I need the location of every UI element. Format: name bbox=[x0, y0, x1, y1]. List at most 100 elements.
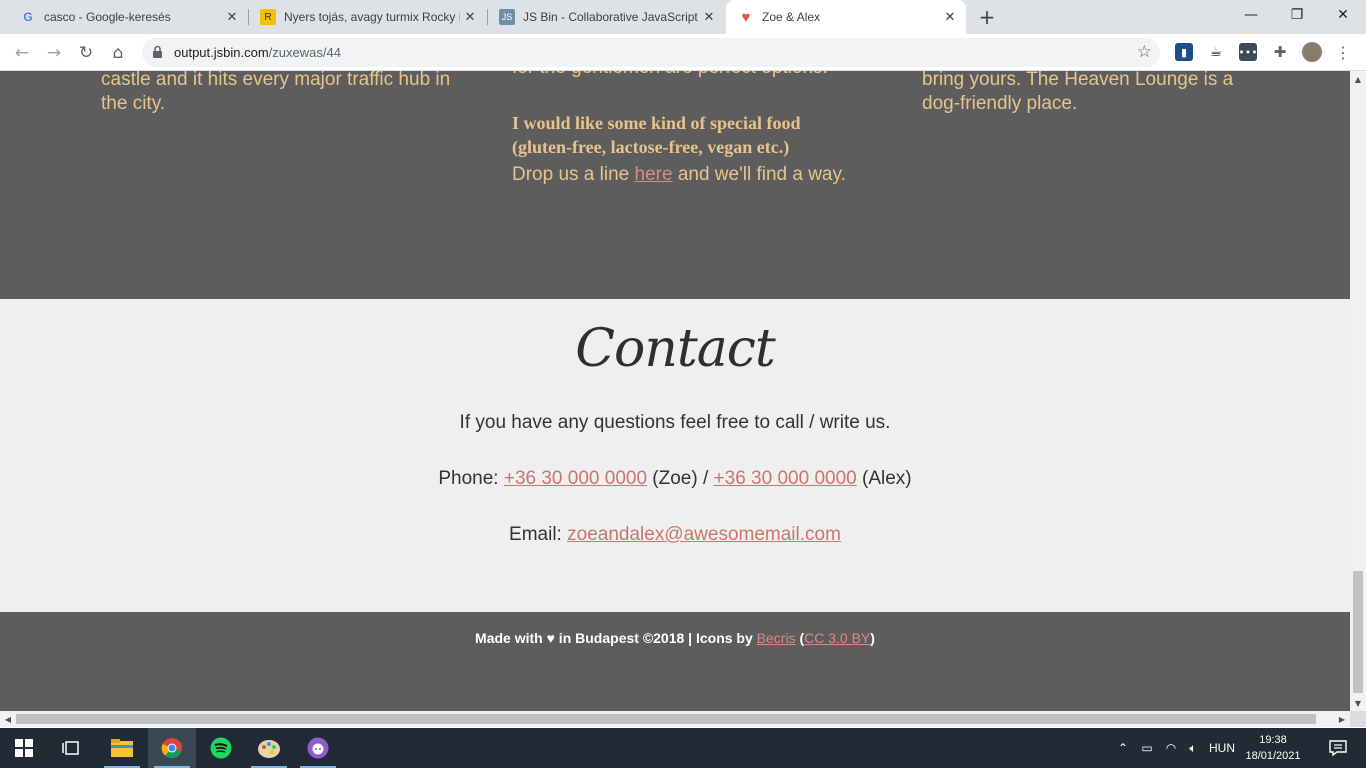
alex-suffix: (Alex) bbox=[856, 468, 912, 489]
phone-alex-link[interactable]: +36 30 000 0000 bbox=[714, 468, 857, 489]
menu-icon[interactable]: ⋮ bbox=[1334, 43, 1352, 62]
clock-date: 18/01/2021 bbox=[1245, 750, 1301, 762]
notification-icon bbox=[1329, 740, 1347, 756]
scroll-up-arrow-icon[interactable]: ▲ bbox=[1350, 71, 1366, 87]
reload-button[interactable]: ↻ bbox=[72, 39, 100, 67]
tab-label: Zoe & Alex bbox=[762, 10, 821, 24]
tab-jsbin[interactable]: JS JS Bin - Collaborative JavaScript D ✕ bbox=[487, 0, 725, 34]
license-link[interactable]: CC 3.0 BY bbox=[804, 630, 870, 646]
google-icon: G bbox=[23, 10, 33, 24]
windows-taskbar: ⌃ ▭ ◠ 🔈︎ HUN 19:38 18/01/2021 bbox=[0, 728, 1366, 768]
spotify-icon bbox=[210, 737, 232, 759]
home-button[interactable]: ⌂ bbox=[104, 39, 132, 67]
coffee-extension-icon[interactable]: ☕ bbox=[1207, 43, 1225, 61]
back-button[interactable]: ← bbox=[8, 39, 36, 67]
address-bar[interactable]: output.jsbin.com/zuxewas/44 ☆ bbox=[142, 38, 1160, 67]
url-path: /zuxewas/44 bbox=[268, 45, 341, 60]
phone-label: Phone: bbox=[438, 468, 504, 489]
faq-question-special-food: I would like some kind of special food (… bbox=[512, 113, 801, 157]
close-icon[interactable]: ✕ bbox=[222, 7, 242, 27]
minimize-button[interactable]: — bbox=[1228, 0, 1274, 30]
url-host: output.jsbin.com bbox=[174, 45, 269, 60]
url-text[interactable]: output.jsbin.com/zuxewas/44 bbox=[174, 45, 341, 60]
email-label: Email: bbox=[509, 524, 568, 545]
footer-open-paren: ( bbox=[795, 630, 805, 646]
chrome-taskbar-button[interactable] bbox=[148, 728, 196, 768]
close-icon[interactable]: ✕ bbox=[699, 7, 719, 27]
battery-icon[interactable]: ▭ bbox=[1134, 741, 1160, 755]
scroll-right-arrow-icon[interactable]: ▶ bbox=[1334, 711, 1350, 727]
close-window-button[interactable]: ✕ bbox=[1320, 0, 1366, 30]
contact-intro: If you have any questions feel free to c… bbox=[459, 412, 891, 433]
vertical-scrollbar[interactable]: ▲ ▼ bbox=[1350, 71, 1366, 711]
jsbin-favicon: JS bbox=[499, 9, 515, 25]
horizontal-scroll-thumb[interactable] bbox=[16, 714, 1316, 724]
scrollbar-corner bbox=[1350, 711, 1366, 727]
faq-col-1-text: castle and it hits every major traffic h… bbox=[101, 71, 451, 114]
file-explorer-button[interactable] bbox=[98, 728, 146, 768]
tab-rocky[interactable]: R Nyers tojás, avagy turmix Rocky B ✕ bbox=[248, 0, 486, 34]
paint-taskbar-button[interactable] bbox=[245, 728, 293, 768]
faq-section: castle and it hits every major traffic h… bbox=[0, 71, 1350, 299]
task-view-icon bbox=[62, 741, 79, 755]
footer-pre: Made with ♥ in Budapest ©2018 | Icons by bbox=[475, 630, 757, 646]
becris-link[interactable]: Becris bbox=[757, 630, 796, 646]
faq-col-3-text: bring yours. The Heaven Lounge is a dog-… bbox=[922, 71, 1234, 114]
here-link[interactable]: here bbox=[635, 164, 673, 185]
system-tray: ⌃ ▭ ◠ 🔈︎ HUN bbox=[1112, 728, 1240, 768]
chevron-up-icon[interactable]: ⌃ bbox=[1112, 741, 1134, 755]
tab-label: Nyers tojás, avagy turmix Rocky B bbox=[284, 10, 460, 24]
dots-extension-icon[interactable]: ••• bbox=[1238, 43, 1258, 61]
paint-palette-icon bbox=[258, 740, 280, 758]
wifi-icon[interactable]: ◠ bbox=[1160, 741, 1182, 755]
tab-label: casco - Google-keresés bbox=[44, 10, 171, 24]
browser-toolbar: ← → ↻ ⌂ output.jsbin.com/zuxewas/44 ☆ ▮ … bbox=[0, 34, 1366, 71]
tab-zoe-alex[interactable]: ♥ Zoe & Alex ✕ bbox=[726, 0, 966, 34]
notification-center-button[interactable] bbox=[1318, 728, 1358, 768]
horizontal-scrollbar[interactable]: ◀ ▶ bbox=[0, 711, 1350, 727]
windows-logo-icon bbox=[15, 739, 33, 757]
email-link[interactable]: zoeandalex@awesomemail.com bbox=[567, 524, 841, 545]
volume-icon[interactable]: 🔈︎ bbox=[1182, 741, 1204, 756]
contact-heading: Contact bbox=[575, 319, 776, 379]
page-footer: Made with ♥ in Budapest ©2018 | Icons by… bbox=[0, 612, 1350, 711]
clock[interactable]: 19:38 18/01/2021 bbox=[1238, 732, 1308, 764]
new-tab-button[interactable]: + bbox=[975, 5, 999, 29]
phone-zoe-link[interactable]: +36 30 000 0000 bbox=[504, 468, 647, 489]
faq-col-2-top: for the gentlemen are perfect options. bbox=[512, 71, 892, 80]
footer-close-paren: ) bbox=[870, 630, 875, 646]
close-icon[interactable]: ✕ bbox=[940, 7, 960, 27]
bookmark-star-icon[interactable]: ☆ bbox=[1137, 42, 1152, 62]
heart-favicon: ♥ bbox=[741, 8, 751, 26]
start-button[interactable] bbox=[0, 728, 48, 768]
language-indicator[interactable]: HUN bbox=[1204, 741, 1240, 755]
analytics-extension-icon[interactable]: ▮ bbox=[1175, 43, 1193, 61]
contact-email-line: Email: zoeandalex@awesomemail.com bbox=[0, 524, 1350, 546]
zoe-suffix: (Zoe) / bbox=[647, 468, 714, 489]
answer-post-text: and we'll find a way. bbox=[672, 164, 846, 185]
tab-google[interactable]: G casco - Google-keresés ✕ bbox=[8, 0, 248, 34]
faq-answer-special-food: Drop us a line here and we'll find a way… bbox=[512, 163, 912, 187]
puzzle-extensions-icon[interactable]: ✚ bbox=[1271, 43, 1289, 61]
github-cat-icon bbox=[307, 737, 329, 759]
contact-phone-line: Phone: +36 30 000 0000 (Zoe) / +36 30 00… bbox=[0, 468, 1350, 490]
tab-label: JS Bin - Collaborative JavaScript D bbox=[523, 10, 699, 24]
spotify-taskbar-button[interactable] bbox=[197, 728, 245, 768]
scroll-left-arrow-icon[interactable]: ◀ bbox=[0, 711, 16, 727]
github-desktop-taskbar-button[interactable] bbox=[294, 728, 342, 768]
close-icon[interactable]: ✕ bbox=[460, 7, 480, 27]
footer-text: Made with ♥ in Budapest ©2018 | Icons by… bbox=[0, 630, 1350, 646]
task-view-button[interactable] bbox=[48, 728, 96, 768]
clock-time: 19:38 bbox=[1259, 734, 1287, 746]
contact-section: Contact If you have any questions feel f… bbox=[0, 299, 1350, 612]
scroll-down-arrow-icon[interactable]: ▼ bbox=[1350, 695, 1366, 711]
forward-button[interactable]: → bbox=[40, 39, 68, 67]
profile-avatar[interactable] bbox=[1302, 42, 1322, 62]
vertical-scroll-thumb[interactable] bbox=[1353, 571, 1363, 693]
rocky-favicon: R bbox=[260, 9, 276, 25]
tab-strip: G casco - Google-keresés ✕ R Nyers tojás… bbox=[0, 0, 1366, 34]
chrome-icon bbox=[161, 738, 182, 759]
maximize-button[interactable]: ❐ bbox=[1274, 0, 1320, 30]
lock-icon bbox=[153, 45, 162, 58]
answer-pre-text: Drop us a line bbox=[512, 164, 635, 185]
